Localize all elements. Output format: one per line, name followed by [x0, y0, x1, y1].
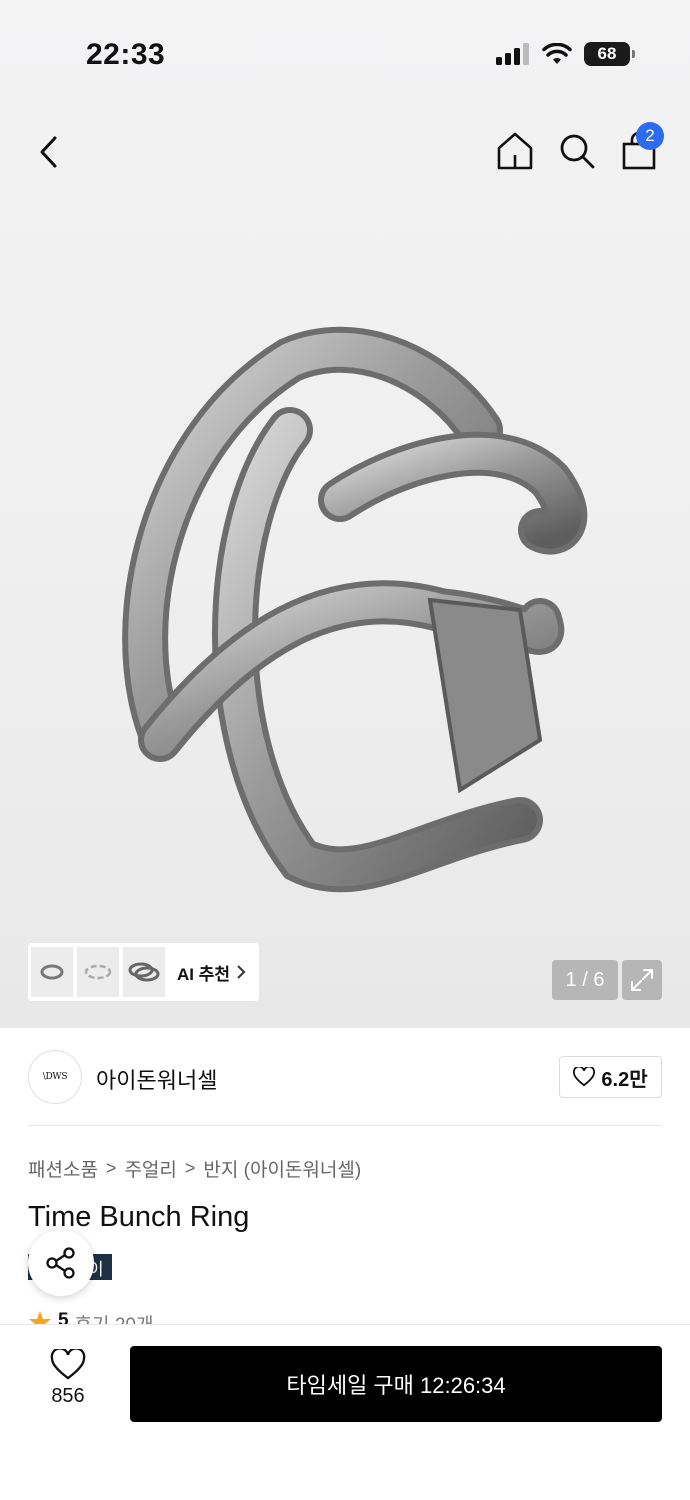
- divider: [28, 1125, 662, 1126]
- ring-thumbnail-icon: [128, 962, 160, 982]
- expand-icon: [631, 969, 653, 991]
- breadcrumb-item[interactable]: 반지 (아이돈워너셀): [203, 1155, 361, 1182]
- chevron-left-icon: [40, 136, 57, 168]
- cart-button[interactable]: 2: [618, 122, 664, 174]
- signal-icon: [496, 43, 529, 65]
- breadcrumb: 패션소품 > 주얼리 > 반지 (아이돈워너셀): [28, 1155, 361, 1182]
- breadcrumb-item[interactable]: 패션소품: [28, 1155, 98, 1182]
- status-time: 22:33: [86, 38, 166, 71]
- wifi-icon: [542, 43, 572, 64]
- heart-icon: [573, 1067, 596, 1087]
- ring-thumbnail-icon: [84, 964, 112, 980]
- brand-logo[interactable]: \DWS: [28, 1050, 82, 1104]
- heart-icon: [50, 1349, 86, 1380]
- ai-thumbnail[interactable]: [77, 947, 119, 997]
- breadcrumb-separator-icon: >: [105, 1158, 117, 1178]
- expand-image-button[interactable]: [622, 960, 662, 1000]
- home-icon: [497, 132, 533, 170]
- time-sale-buy-button[interactable]: 타임세일 구매 12:26:34: [130, 1346, 662, 1422]
- ai-recommend-button[interactable]: AI 추천: [28, 943, 259, 1001]
- brand-like-count: 6.2만: [601, 1068, 648, 1091]
- ai-recommend-text: AI 추천: [177, 964, 231, 984]
- wishlist-button[interactable]: 856: [38, 1349, 98, 1408]
- ai-thumbnail[interactable]: [123, 947, 165, 997]
- status-icons: 68: [496, 42, 635, 66]
- battery-indicator: 68: [584, 42, 635, 66]
- brand-like-button[interactable]: 6.2만: [559, 1056, 662, 1098]
- share-button[interactable]: [28, 1230, 94, 1296]
- ai-thumbnail[interactable]: [31, 947, 73, 997]
- share-icon: [46, 1247, 75, 1279]
- search-icon: [560, 134, 595, 169]
- back-button[interactable]: [26, 126, 72, 178]
- top-nav: 2: [0, 120, 690, 184]
- product-ring-image: [122, 326, 588, 893]
- cart-count-badge: 2: [636, 122, 664, 150]
- brand-row: \DWS 아이돈워너셀 6.2만: [28, 1050, 662, 1104]
- bottom-action-bar: 856 타임세일 구매 12:26:34: [0, 1324, 690, 1500]
- chevron-right-icon: [237, 965, 246, 979]
- wishlist-count: 856: [51, 1385, 85, 1407]
- breadcrumb-item[interactable]: 주얼리: [124, 1155, 176, 1182]
- image-page-counter: 1 / 6: [552, 960, 618, 1000]
- search-button[interactable]: [556, 128, 598, 174]
- ring-thumbnail-icon: [40, 964, 64, 980]
- status-bar: 22:33 68: [0, 0, 690, 110]
- home-button[interactable]: [494, 128, 536, 174]
- brand-name[interactable]: 아이돈워너셀: [96, 1063, 217, 1095]
- breadcrumb-separator-icon: >: [184, 1158, 196, 1178]
- product-image-area[interactable]: 22:33 68 2 AI 추천 1 / 6: [0, 0, 690, 1028]
- ai-recommend-label: AI 추천: [177, 960, 246, 985]
